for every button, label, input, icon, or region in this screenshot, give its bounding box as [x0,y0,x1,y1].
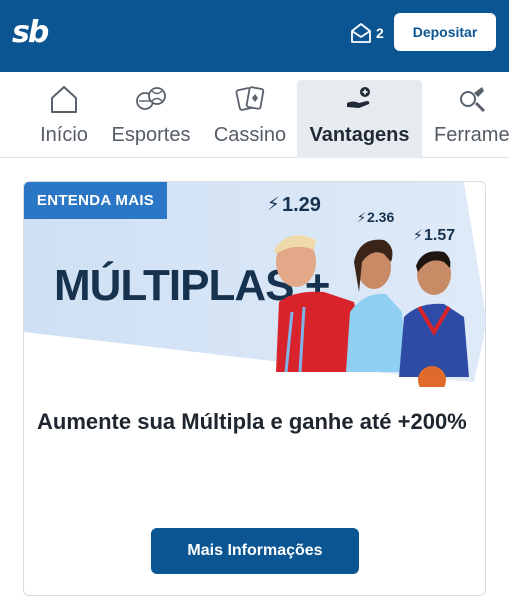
sports-balls-icon [136,87,166,110]
tab-label: Esportes [111,124,191,146]
tab-label: Cassino [213,124,287,146]
tab-label: Início [40,124,88,146]
tab-inicio[interactable]: Início [36,80,92,158]
promo-card: MÚLTIPLAS + ⚡ 1.29 ⚡ 2.36 ⚡ 1.57 ENTENDA… [23,181,486,596]
tools-icon [459,87,485,113]
inbox-count-badge: 2 [376,25,384,41]
main-nav-tabs: Início Esportes Cassino Vantagens Ferram… [0,72,509,158]
deposit-button[interactable]: Depositar [394,13,496,51]
tab-label: Ferrame [434,124,509,146]
promo-title: Aumente sua Múltipla e ganhe até +200% [37,409,467,434]
odd-lightning-icon: ⚡ [357,211,366,226]
home-icon [51,86,77,113]
top-bar: sb 2 Depositar [0,0,509,72]
odd-value-2: 2.36 [367,209,394,225]
more-info-button[interactable]: Mais Informações [151,528,359,574]
tab-cassino[interactable]: Cassino [212,80,288,158]
tab-esportes[interactable]: Esportes [108,80,194,158]
envelope-icon [351,23,371,43]
odd-value-1: 1.29 [282,194,321,216]
tab-vantagens[interactable]: Vantagens [297,80,422,158]
hand-coin-icon [346,87,370,108]
odd-lightning-icon: ⚡ [413,228,423,244]
tab-label: Vantagens [309,124,410,146]
playing-cards-icon [235,86,265,111]
inbox-button[interactable]: 2 [350,21,390,45]
learn-more-badge: ENTENDA MAIS [24,182,167,219]
sb-logo[interactable]: sb [12,18,49,48]
odd-value-3: 1.57 [424,227,455,244]
odd-lightning-icon: ⚡ [267,194,280,215]
tab-ferramentas[interactable]: Ferrame [434,80,509,158]
